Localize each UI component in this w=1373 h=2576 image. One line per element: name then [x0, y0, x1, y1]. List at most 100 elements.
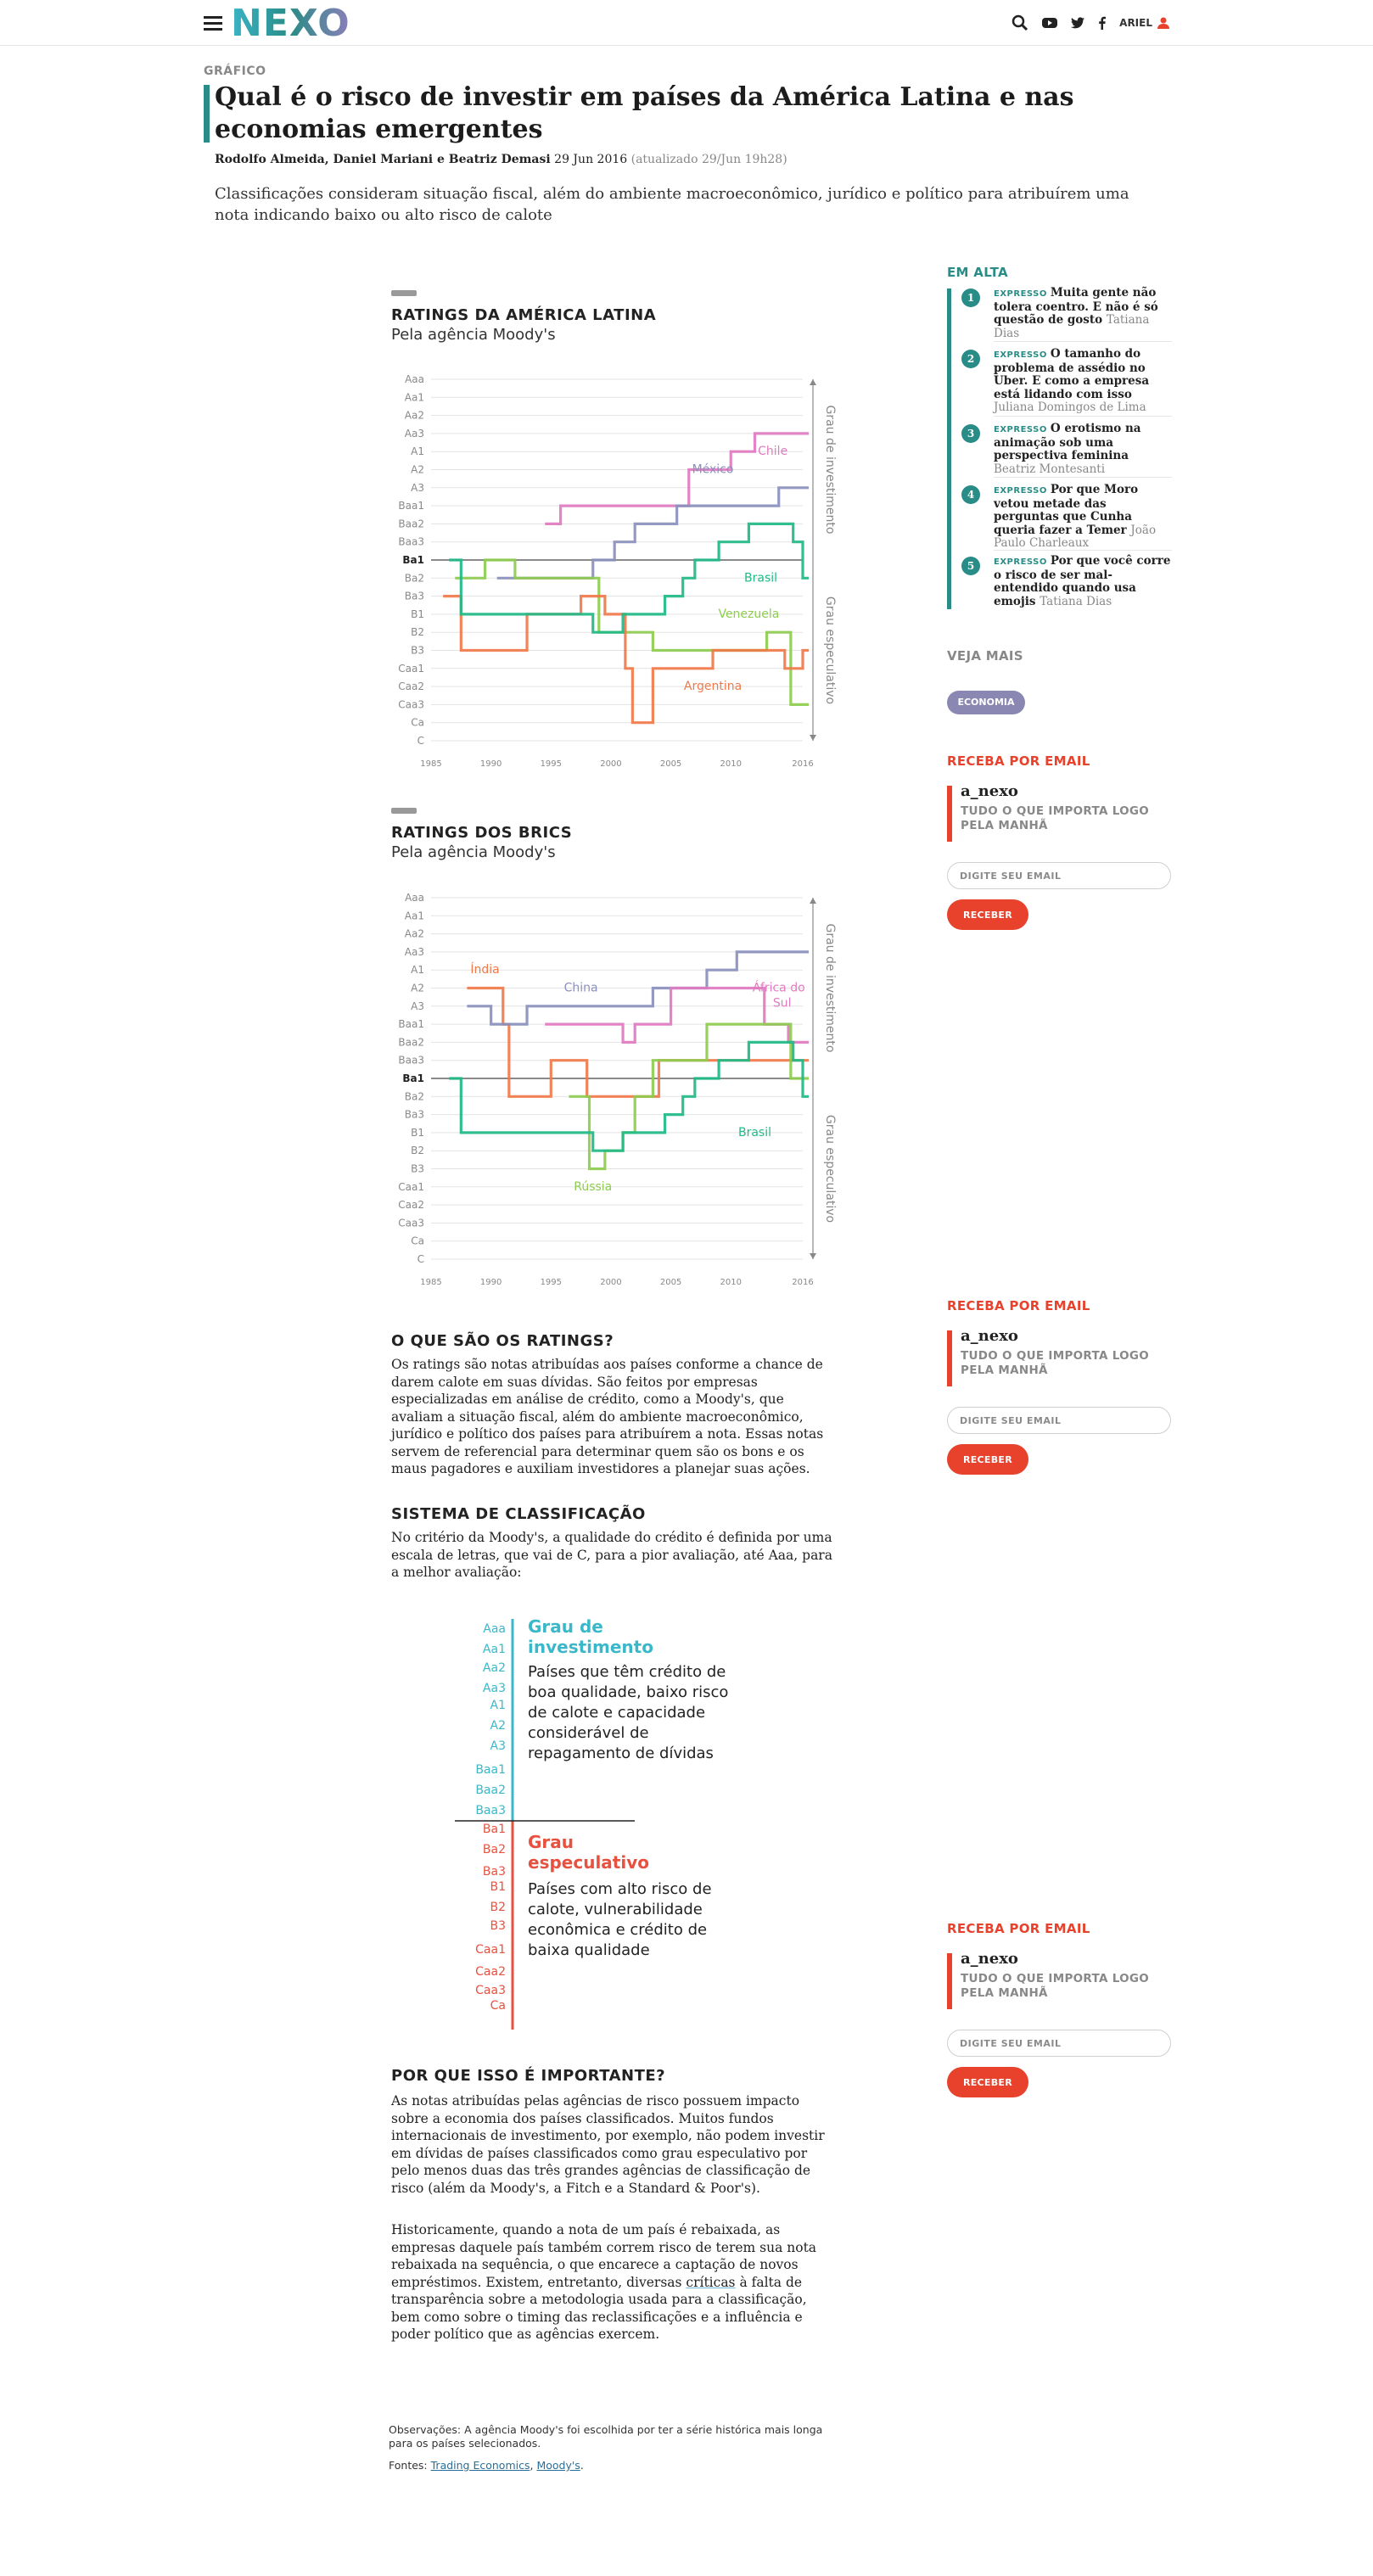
byline: Rodolfo Almeida, Daniel Mariani e Beatri…	[215, 153, 787, 166]
youtube-icon[interactable]	[1042, 17, 1058, 29]
y-tick-label: Ca	[411, 1235, 424, 1247]
veja-mais-heading: VEJA MAIS	[947, 648, 1171, 664]
y-tick-label: A1	[411, 445, 424, 457]
trending-number: 5	[961, 557, 980, 575]
section-heading-importante: POR QUE ISSO É IMPORTANTE?	[391, 2067, 666, 2085]
scale-rating-label: Aa3	[483, 1682, 506, 1695]
scale-rating-label: Ca	[490, 1999, 506, 2013]
newsletter-submit-button[interactable]: RECEBER	[947, 2067, 1028, 2097]
trending-number: 2	[961, 350, 980, 368]
y-tick-label: Caa3	[398, 698, 424, 710]
newsletter-description: TUDO O QUE IMPORTA LOGO PELA MANHÃ	[961, 804, 1150, 832]
newsletter-box: RECEBA POR EMAIL a_nexo TUDO O QUE IMPOR…	[947, 1921, 1171, 2108]
scale-rating-label: Baa2	[475, 1784, 506, 1797]
section-heading-ratings: O QUE SÃO OS RATINGS?	[391, 1332, 614, 1350]
y-tick-label: B1	[411, 608, 424, 620]
twitter-icon[interactable]	[1071, 17, 1085, 29]
series-line-mxico	[496, 486, 810, 580]
trending-number: 3	[961, 424, 980, 443]
series-label: África do	[753, 981, 805, 995]
trending-author: Beatriz Montesanti	[994, 462, 1106, 476]
source-link-moodys[interactable]: Moody's	[536, 2459, 580, 2472]
y-tick-label: C	[418, 735, 424, 747]
chart-brics-header: RATINGS DOS BRICS Pela agência Moody's	[391, 808, 832, 861]
trending-tag: EXPRESSO	[994, 557, 1047, 567]
newsletter-accent-bar	[947, 786, 952, 842]
sources-label: Fontes:	[389, 2459, 428, 2472]
y-tick-label: Ba1	[402, 1072, 424, 1084]
facebook-icon[interactable]	[1098, 16, 1107, 30]
y-tick-label: B3	[411, 1163, 424, 1175]
newsletter-brand: a_nexo	[961, 1327, 1018, 1345]
user-menu[interactable]: ARIEL	[1119, 17, 1169, 29]
y-tick-label: Ca	[411, 717, 424, 729]
user-name: ARIEL	[1119, 17, 1152, 29]
section-heading-sistema: SISTEMA DE CLASSIFICAÇÃO	[391, 1505, 646, 1523]
newsletter-email-input[interactable]	[947, 862, 1171, 889]
newsletter-email-input[interactable]	[947, 2030, 1171, 2057]
series-label: Índia	[470, 962, 499, 977]
x-tick-label: 2005	[660, 759, 681, 769]
article-dek: Classificações consideram situação fisca…	[215, 185, 1129, 224]
newsletter-submit-button[interactable]: RECEBER	[947, 899, 1028, 930]
y-tick-label: Baa2	[398, 1036, 424, 1048]
title-accent-bar	[204, 85, 210, 143]
newsletter-brand: a_nexo	[961, 1950, 1018, 1968]
x-tick-label: 2016	[792, 1278, 813, 1287]
logo-text: NEXO	[231, 2, 350, 44]
trending-text: EXPRESSO Por que Moro vetou metade das pe…	[994, 483, 1172, 551]
y-tick-label: Caa3	[398, 1217, 424, 1229]
newsletter-submit-button[interactable]: RECEBER	[947, 1444, 1028, 1475]
band-arrow-down	[810, 735, 816, 741]
criticas-link[interactable]: críticas	[686, 2275, 735, 2290]
newsletter-box: RECEBA POR EMAIL a_nexo TUDO O QUE IMPOR…	[947, 1298, 1171, 1485]
newsletter-title: RECEBA POR EMAIL	[947, 753, 1090, 769]
scale-rating-label: Aaa	[483, 1622, 506, 1636]
newsletter-title: RECEBA POR EMAIL	[947, 1921, 1090, 1936]
spec-description-line: econômica e crédito de	[528, 1921, 707, 1939]
x-tick-label: 1995	[541, 759, 562, 769]
y-tick-label: A3	[411, 482, 424, 494]
y-tick-label: Caa2	[398, 1199, 424, 1211]
trending-tag: EXPRESSO	[994, 425, 1047, 434]
chart-latam-header: RATINGS DA AMÉRICA LATINA Pela agência M…	[391, 290, 832, 344]
x-tick-label: 1985	[420, 1278, 441, 1287]
trending-text: EXPRESSO Muita gente não tolera coentro. …	[994, 286, 1172, 340]
y-tick-label: Ba2	[405, 1090, 424, 1102]
newsletter-box: RECEBA POR EMAIL a_nexo TUDO O QUE IMPOR…	[947, 753, 1171, 940]
trending-number: 1	[961, 288, 980, 307]
y-tick-label: Baa3	[398, 536, 424, 548]
chart-tab-marker	[391, 808, 417, 814]
y-tick-label: Aaa	[405, 373, 424, 385]
newsletter-email-input[interactable]	[947, 1407, 1171, 1434]
spec-description-line: Países com alto risco de	[528, 1880, 712, 1898]
article-kicker: GRÁFICO	[204, 64, 266, 78]
trending-tag: EXPRESSO	[994, 486, 1047, 496]
trending-divider	[994, 550, 1172, 551]
band-arrow-down	[810, 1253, 816, 1259]
scale-rating-label: Baa1	[475, 1763, 506, 1777]
y-tick-label: B1	[411, 1127, 424, 1139]
series-label: China	[564, 982, 598, 995]
series-label: Chile	[758, 445, 787, 458]
topic-pill-economia[interactable]: ECONOMIA	[947, 691, 1025, 714]
source-link-trading-economics[interactable]: Trading Economics	[431, 2459, 530, 2472]
y-tick-label: Caa2	[398, 680, 424, 692]
chart-tab-marker	[391, 290, 417, 296]
scale-rating-label: B1	[490, 1880, 506, 1894]
trending-heading: EM ALTA	[947, 265, 1171, 280]
scale-rating-label: Aa1	[483, 1643, 506, 1656]
scale-rating-label: B2	[490, 1901, 506, 1914]
search-icon[interactable]	[1012, 14, 1028, 31]
nexo-logo[interactable]: NEXO	[231, 2, 367, 44]
band-label-invest: Grau de investimento	[823, 924, 837, 1053]
trending-divider	[994, 416, 1172, 417]
invest-description-line: de calote e capacidade	[528, 1704, 705, 1722]
x-tick-label: 1990	[480, 1278, 502, 1287]
trending-divider	[994, 341, 1172, 342]
byline-authors[interactable]: Rodolfo Almeida, Daniel Mariani e Beatri…	[215, 153, 551, 166]
series-label: Brasil	[738, 1126, 771, 1140]
band-label-spec: Grau especulativo	[823, 1115, 837, 1223]
menu-icon[interactable]	[204, 16, 222, 31]
veja-mais-title: VEJA MAIS	[947, 648, 1023, 664]
